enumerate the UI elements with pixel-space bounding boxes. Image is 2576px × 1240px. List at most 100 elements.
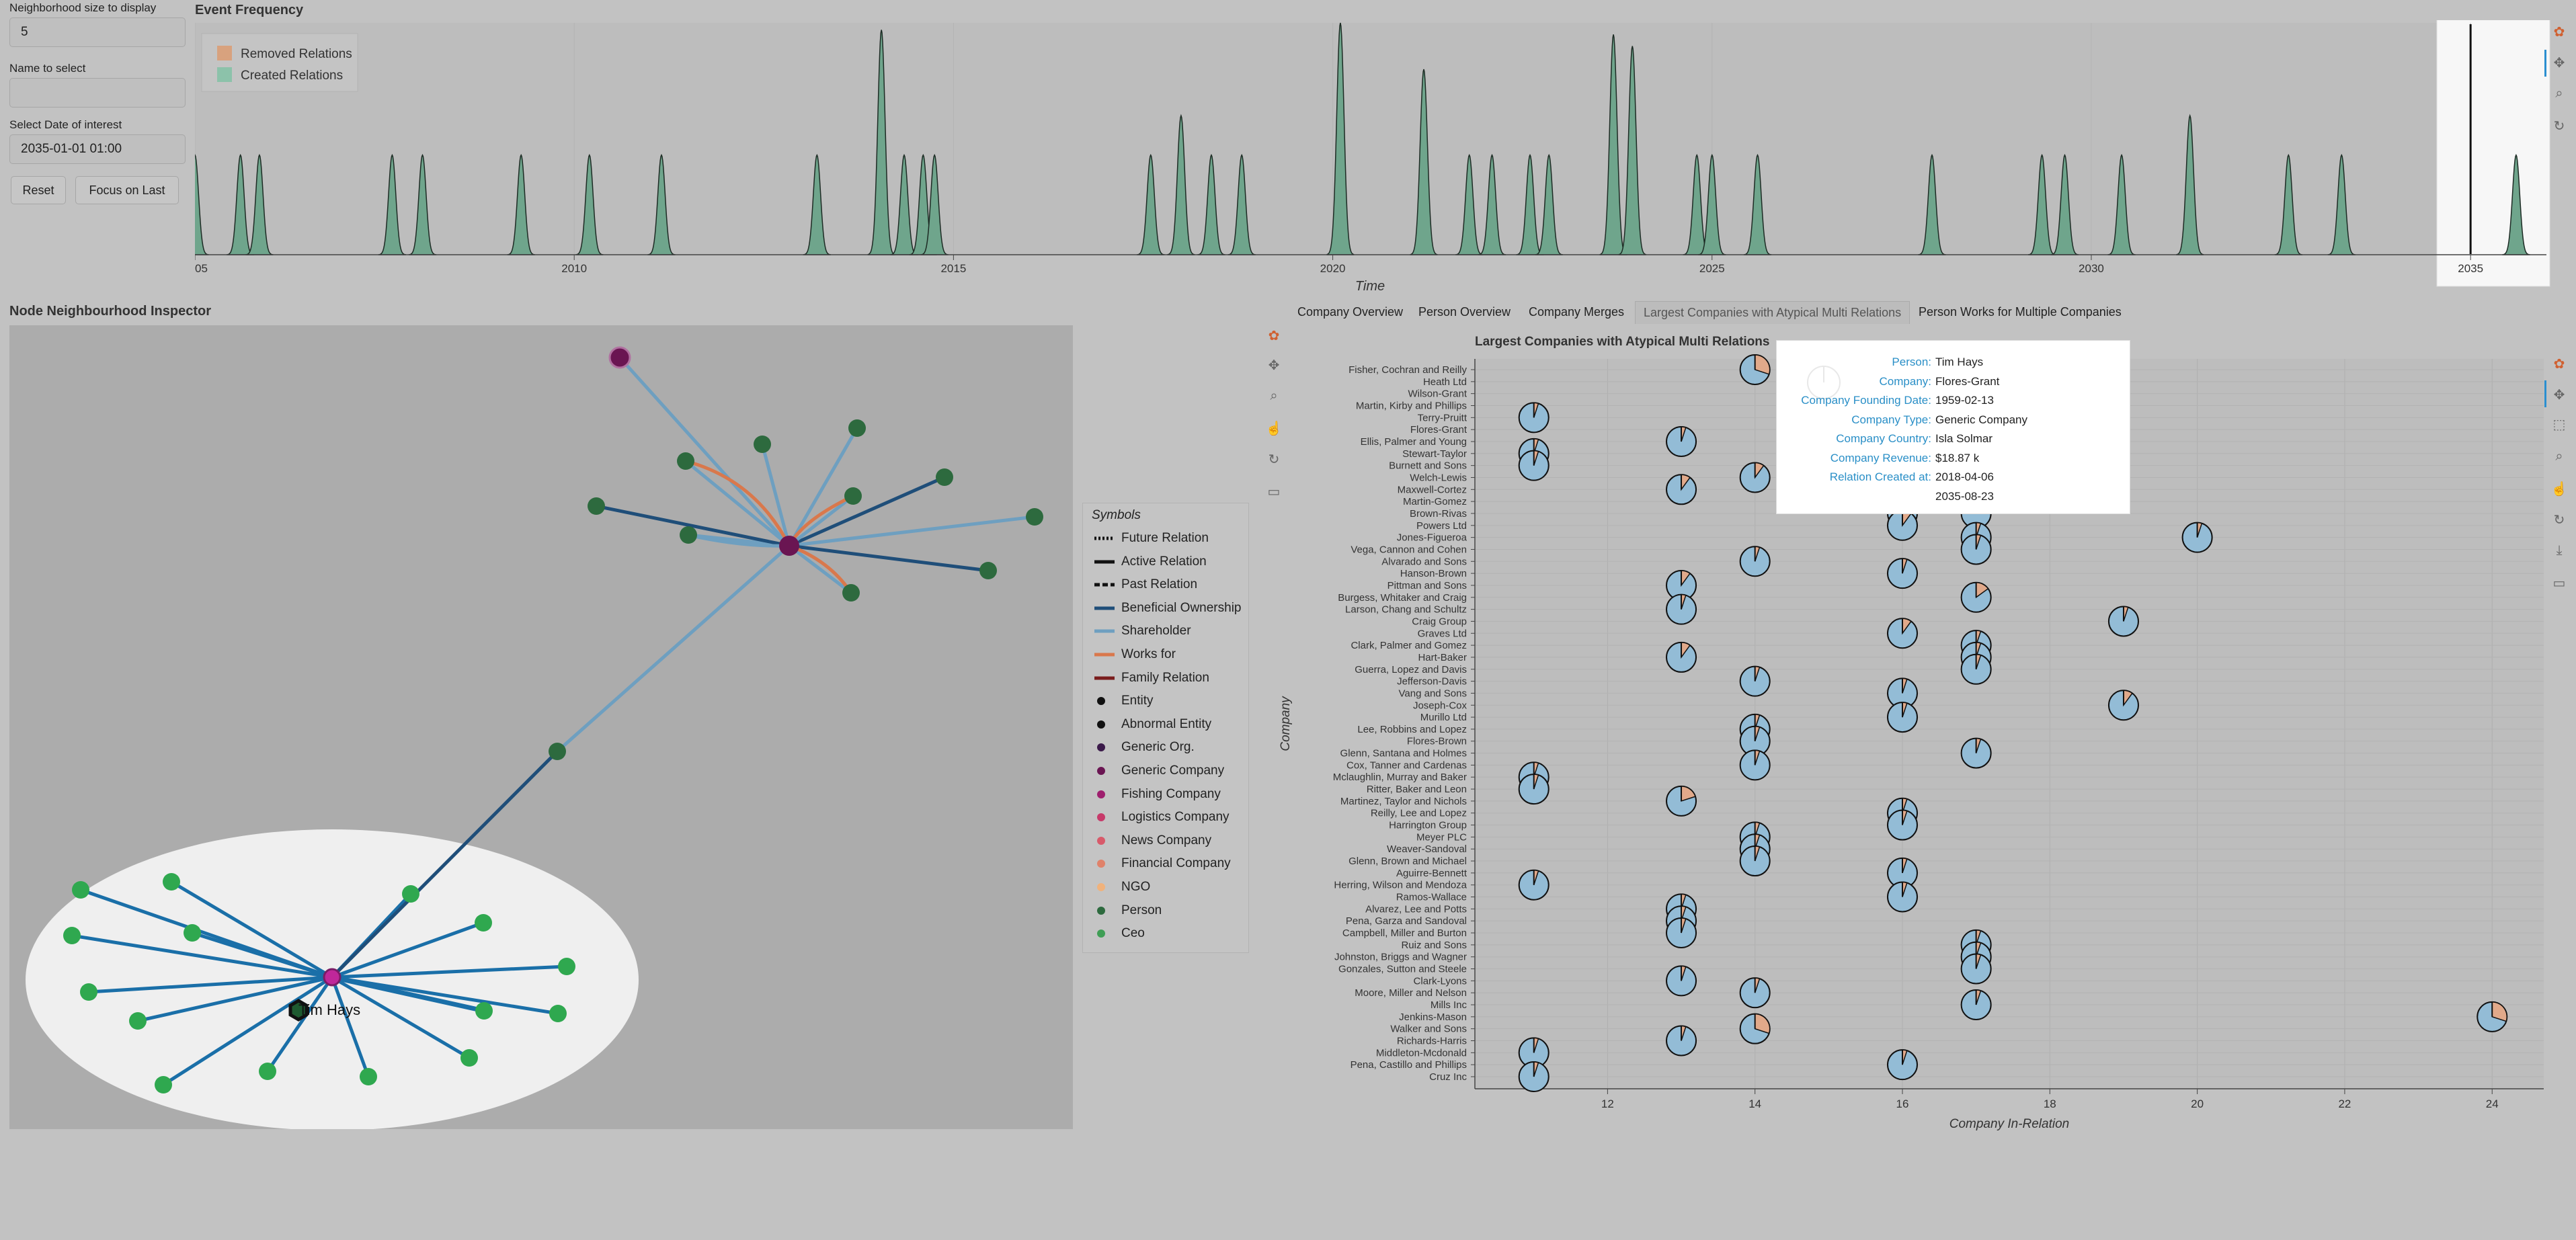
date-input[interactable]: 2035-01-01 01:00: [9, 134, 186, 164]
company-tick-label: Graves Ltd: [1418, 628, 1467, 639]
company-relation-pie[interactable]: [1887, 558, 1918, 589]
company-relation-pie[interactable]: [1739, 462, 1771, 493]
company-relation-pie[interactable]: [1739, 977, 1771, 1009]
scatter-save-icon[interactable]: ⤓: [2552, 543, 2567, 558]
person-node[interactable]: [558, 958, 575, 975]
reset-tool-icon[interactable]: ↻: [2552, 118, 2567, 134]
company-relation-pie[interactable]: [1887, 809, 1918, 841]
tooltip-key: Company:: [1879, 374, 1931, 388]
company-relation-pie[interactable]: [1666, 1025, 1697, 1057]
person-node[interactable]: [63, 927, 81, 944]
company-relation-pie[interactable]: [1887, 702, 1918, 733]
person-node[interactable]: [460, 1049, 478, 1067]
company-relation-pie[interactable]: [1739, 665, 1771, 697]
person-node[interactable]: [754, 436, 771, 453]
company-relation-pie[interactable]: [1518, 774, 1549, 805]
company-relation-pie[interactable]: [1887, 618, 1918, 649]
company-relation-pie[interactable]: [2107, 606, 2139, 637]
person-node[interactable]: [844, 487, 862, 505]
pan-tool-icon[interactable]: ✥: [2552, 55, 2567, 71]
scatter-wheel-zoom-icon[interactable]: ⌕: [2552, 449, 2567, 464]
person-node[interactable]: [677, 452, 694, 470]
focus-on-last-button[interactable]: Focus on Last: [75, 176, 179, 204]
scatter-tap-icon[interactable]: ☝: [2551, 481, 2568, 497]
person-node[interactable]: [129, 1012, 147, 1030]
person-node[interactable]: [72, 881, 89, 899]
person-node[interactable]: [680, 526, 697, 544]
scatter-x-tick-label: 24: [2486, 1098, 2499, 1110]
company-relation-pie[interactable]: [1518, 402, 1549, 433]
person-node[interactable]: [360, 1068, 377, 1085]
person-node[interactable]: [549, 743, 566, 760]
person-node[interactable]: [475, 914, 492, 932]
company-relation-pie[interactable]: [1666, 965, 1697, 997]
person-node[interactable]: [842, 584, 860, 602]
company-relation-pie[interactable]: [1887, 881, 1918, 913]
company-relation-pie[interactable]: [1666, 593, 1697, 625]
scatter-pan-icon[interactable]: ✥: [2552, 387, 2567, 403]
tab-person-overview[interactable]: Person Overview: [1410, 301, 1519, 323]
person-node[interactable]: [979, 562, 997, 579]
scatter-box-zoom-icon[interactable]: ⬚: [2552, 417, 2567, 432]
company-relation-pie[interactable]: [1960, 581, 1992, 613]
company-relation-pie[interactable]: [1739, 749, 1771, 781]
tab-largest-companies-with-atypical-multi-relations[interactable]: Largest Companies with Atypical Multi Re…: [1635, 301, 1910, 324]
person-node[interactable]: [402, 885, 419, 903]
neighborhood-size-input[interactable]: 5: [9, 17, 186, 47]
tooltip-row: Company Revenue: $18.87 k: [1777, 452, 1980, 465]
company-relation-pie[interactable]: [1960, 653, 1992, 685]
company-tick-label: Ellis, Palmer and Young: [1361, 436, 1467, 448]
company-relation-pie[interactable]: [1887, 1049, 1918, 1081]
scatter-reset-icon[interactable]: ↻: [2552, 512, 2567, 528]
symbol-legend-label: Generic Org.: [1121, 740, 1195, 755]
company-relation-pie[interactable]: [1666, 785, 1697, 817]
company-tick-label: Meyer PLC: [1416, 831, 1467, 843]
company-relation-pie[interactable]: [2181, 522, 2213, 553]
company-relation-pie[interactable]: [2477, 1001, 2508, 1032]
network-graph[interactable]: Tim Hays: [9, 325, 1073, 1129]
person-node[interactable]: [184, 924, 201, 942]
scatter-x-tick-label: 14: [1748, 1098, 1761, 1110]
person-node[interactable]: [848, 419, 866, 437]
person-node[interactable]: [1026, 508, 1043, 526]
scatter-hover-icon[interactable]: ▭: [2552, 575, 2567, 591]
person-node[interactable]: [259, 1063, 276, 1080]
event-frequency-chart[interactable]: 2005 2010 2015 2020 2025 2030 2035 Time Remove…: [195, 20, 2561, 296]
reset-button[interactable]: Reset: [11, 176, 66, 204]
company-relation-pie[interactable]: [2107, 690, 2139, 721]
company-relation-pie[interactable]: [1666, 917, 1697, 949]
generic-company-node[interactable]: [779, 536, 799, 556]
person-node[interactable]: [549, 1005, 567, 1022]
person-node[interactable]: [155, 1076, 172, 1093]
name-select-input[interactable]: [9, 78, 186, 108]
tab-company-overview[interactable]: Company Overview: [1289, 301, 1411, 323]
date-selection-window[interactable]: [2436, 20, 2550, 287]
person-node[interactable]: [588, 497, 605, 515]
company-relation-pie[interactable]: [1518, 869, 1549, 901]
tab-company-merges[interactable]: Company Merges: [1521, 301, 1632, 323]
person-node[interactable]: [475, 1002, 493, 1020]
company-relation-pie[interactable]: [1960, 953, 1992, 985]
tab-person-works-for-multiple-companies[interactable]: Person Works for Multiple Companies: [1910, 301, 2130, 323]
company-relation-pie[interactable]: [1739, 546, 1771, 577]
wheel-zoom-icon[interactable]: ⌕: [2552, 86, 2567, 101]
company-relation-pie[interactable]: [1739, 354, 1771, 385]
company-relation-pie[interactable]: [1739, 1013, 1771, 1044]
company-relation-pie[interactable]: [1739, 845, 1771, 877]
person-node[interactable]: [80, 983, 97, 1001]
scatter-x-tick-label: 18: [2044, 1098, 2056, 1110]
company-relation-pie[interactable]: [1666, 641, 1697, 673]
company-hub-node[interactable]: [323, 968, 341, 987]
company-relation-pie[interactable]: [1518, 450, 1549, 481]
person-node[interactable]: [936, 468, 953, 486]
company-relation-pie[interactable]: [1960, 737, 1992, 769]
company-relation-pie[interactable]: [1887, 509, 1918, 541]
person-node[interactable]: [163, 873, 180, 891]
generic-company-node[interactable]: [608, 346, 631, 369]
company-relation-pie[interactable]: [1666, 425, 1697, 457]
company-relation-pie[interactable]: [1666, 474, 1697, 505]
company-relation-pie[interactable]: [1960, 534, 1992, 565]
company-tick-label: Ramos-Wallace: [1396, 892, 1467, 903]
company-relation-pie[interactable]: [1960, 989, 1992, 1021]
company-relation-pie[interactable]: [1518, 1061, 1549, 1092]
